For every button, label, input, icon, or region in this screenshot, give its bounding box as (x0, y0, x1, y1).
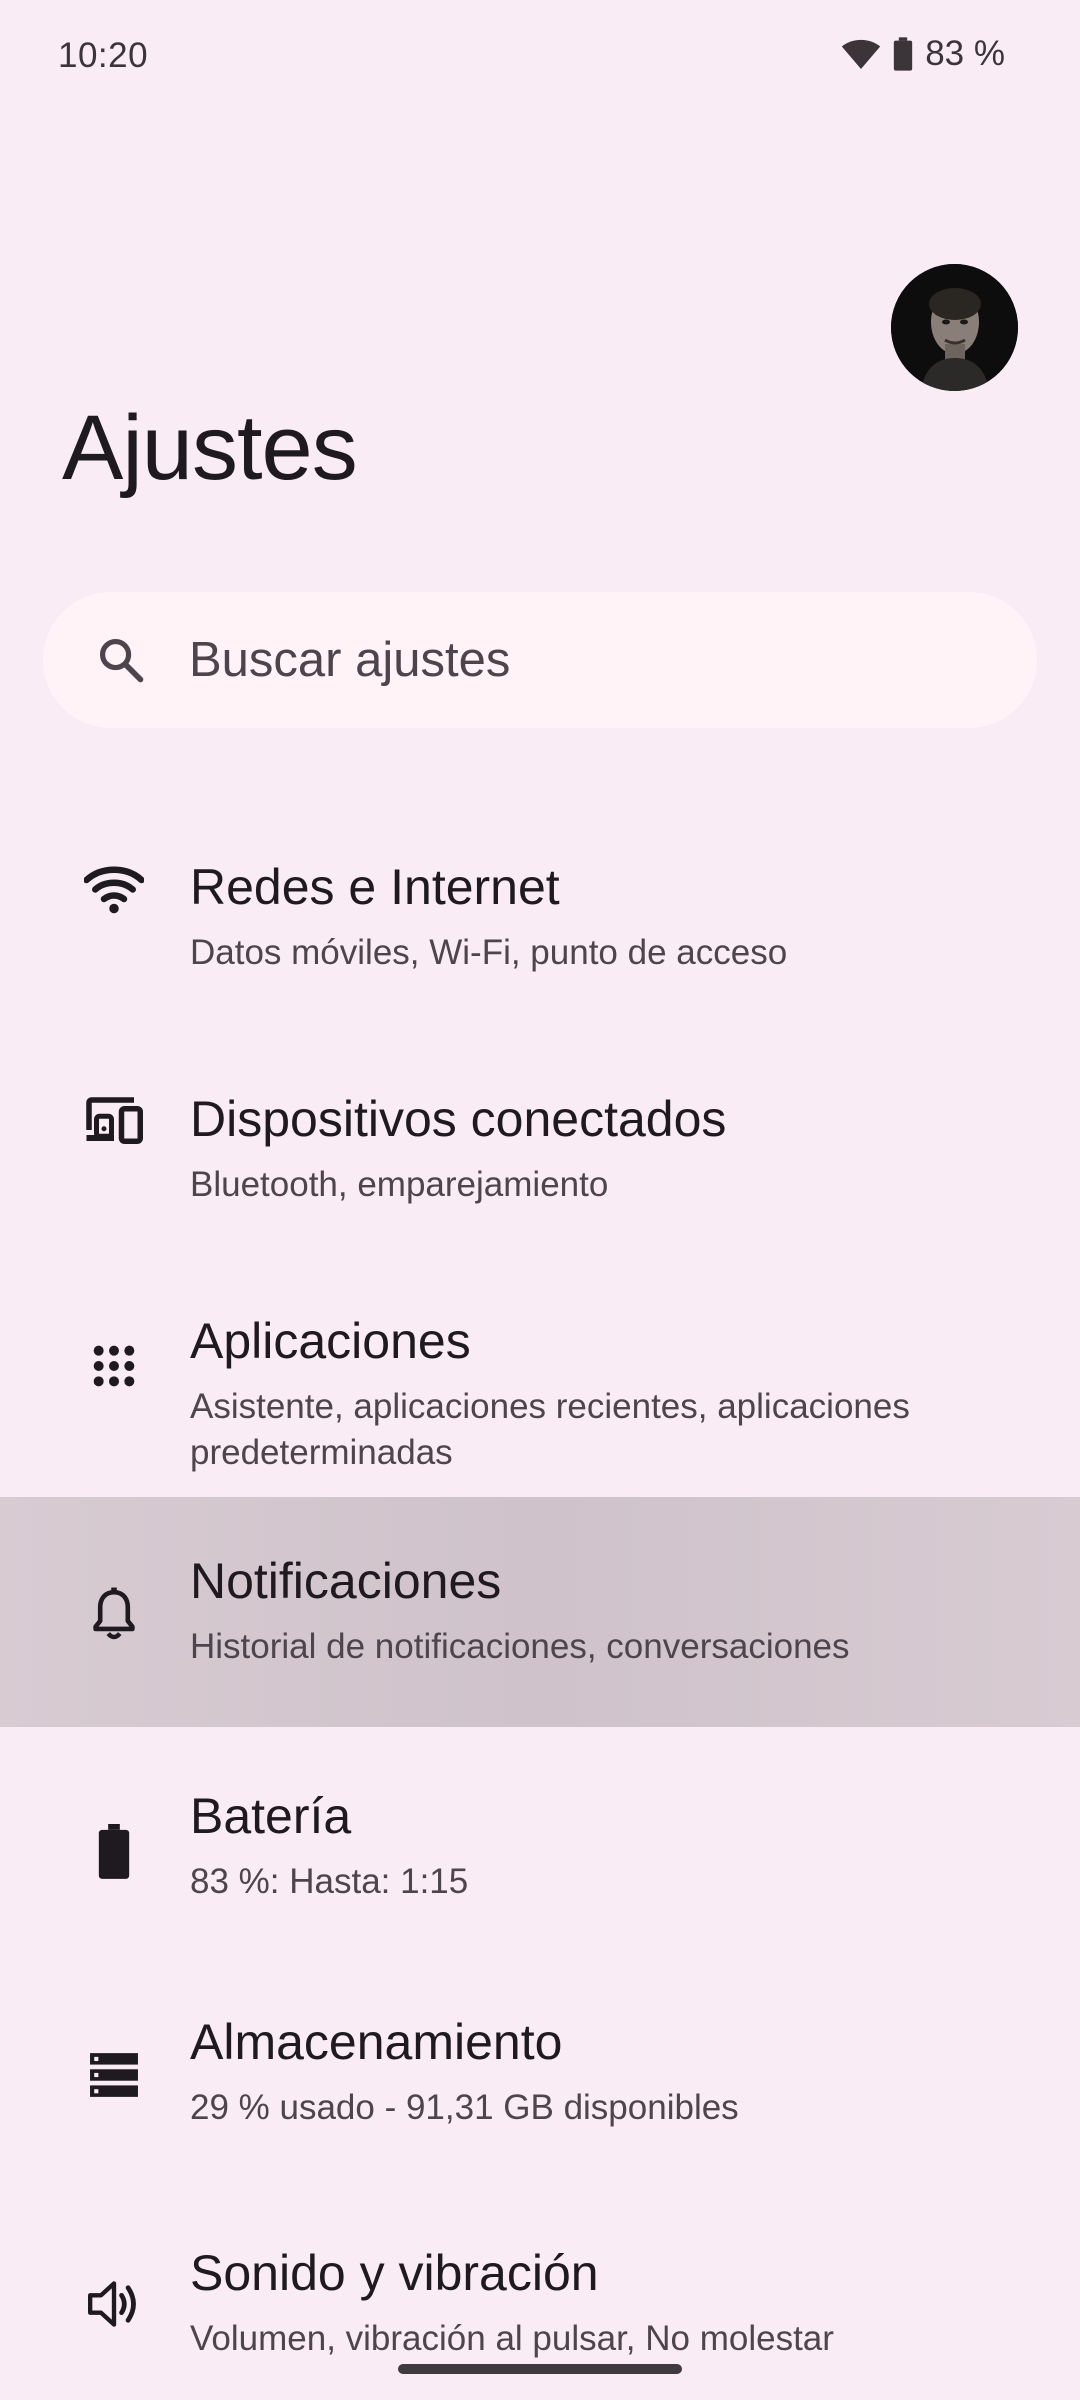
status-time: 10:20 (58, 36, 149, 75)
status-icons: 83 % (841, 34, 1005, 74)
page-title: Ajustes (62, 397, 358, 499)
gesture-nav-handle[interactable] (398, 2364, 682, 2374)
search-placeholder: Buscar ajustes (189, 633, 511, 687)
setting-title: Aplicaciones (190, 1313, 471, 1369)
storage-icon (82, 2043, 146, 2107)
setting-connected-devices[interactable]: Dispositivos conectados Bluetooth, empar… (0, 1032, 1080, 1227)
connected-devices-icon (82, 1088, 146, 1152)
setting-subtitle: Volumen, vibración al pulsar, No molesta… (190, 2319, 834, 2358)
setting-subtitle: 83 %: Hasta: 1:15 (190, 1862, 469, 1901)
wifi-signal-icon (841, 37, 881, 71)
setting-title: Batería (190, 1788, 352, 1844)
setting-title: Dispositivos conectados (190, 1091, 727, 1147)
setting-battery[interactable]: Batería 83 %: Hasta: 1:15 (0, 1760, 1080, 1955)
setting-title: Almacenamiento (190, 2014, 563, 2070)
battery-percent: 83 % (925, 34, 1005, 73)
setting-subtitle: Datos móviles, Wi-Fi, punto de acceso (190, 933, 788, 972)
setting-title: Sonido y vibración (190, 2245, 599, 2301)
search-icon (95, 634, 147, 691)
setting-title: Redes e Internet (190, 859, 560, 915)
setting-storage[interactable]: Almacenamiento 29 % usado - 91,31 GB dis… (0, 1988, 1080, 2183)
setting-subtitle: Bluetooth, emparejamiento (190, 1165, 609, 1204)
bell-icon (82, 1582, 146, 1646)
wifi-icon (82, 858, 146, 922)
battery-icon (82, 1820, 146, 1884)
setting-subtitle: 29 % usado - 91,31 GB disponibles (190, 2088, 739, 2127)
avatar-image (891, 264, 1018, 391)
setting-apps[interactable]: Aplicaciones Asistente, aplicaciones rec… (0, 1254, 1080, 1494)
setting-subtitle: Asistente, aplicaciones recientes, aplic… (190, 1387, 910, 1472)
setting-network[interactable]: Redes e Internet Datos móviles, Wi-Fi, p… (0, 800, 1080, 995)
setting-subtitle: Historial de notificaciones, conversacio… (190, 1627, 850, 1666)
search-bar[interactable]: Buscar ajustes (43, 592, 1037, 728)
setting-title: Notificaciones (190, 1553, 502, 1609)
battery-status-icon (893, 37, 913, 71)
volume-icon (82, 2272, 146, 2336)
setting-notifications[interactable]: Notificaciones Historial de notificacion… (0, 1497, 1080, 1727)
apps-grid-icon (82, 1334, 146, 1398)
status-bar: 10:20 83 % (0, 0, 1080, 118)
avatar[interactable] (891, 264, 1018, 391)
